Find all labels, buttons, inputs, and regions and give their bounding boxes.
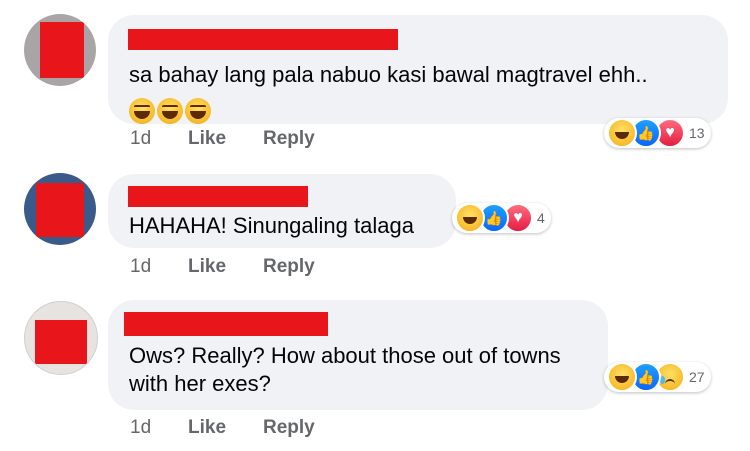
reply-button[interactable]: Reply [263, 417, 315, 439]
comment-text-line-2: with her exes? [129, 371, 271, 396]
haha-reaction-icon [607, 118, 637, 148]
timestamp[interactable]: 1d [130, 417, 151, 439]
haha-reaction-icon [455, 203, 485, 233]
comment-bubble: Ows? Really? How about those out of town… [108, 300, 608, 410]
comment-text-line-1: Ows? Really? How about those out of town… [129, 343, 561, 368]
avatar[interactable] [24, 301, 98, 375]
like-button[interactable]: Like [188, 417, 226, 439]
haha-reaction-icon [607, 362, 637, 392]
author-name-redacted[interactable] [124, 312, 328, 336]
reaction-summary[interactable]: 👍 27 [604, 362, 711, 392]
comment-3: Ows? Really? How about those out of town… [0, 0, 750, 451]
reaction-count: 27 [689, 369, 705, 385]
redaction-box [35, 320, 87, 364]
